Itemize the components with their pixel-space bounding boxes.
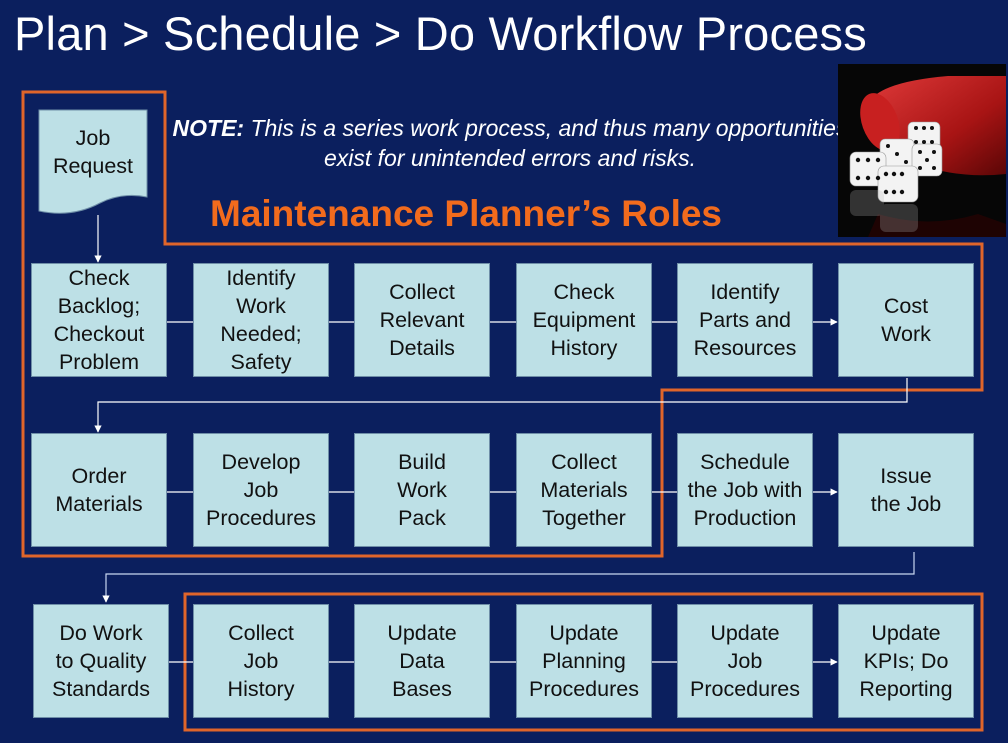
step-order-materials: Order Materials bbox=[31, 433, 167, 547]
step-update-planning: Update Planning Procedures bbox=[516, 604, 652, 718]
step-develop-procedures: Develop Job Procedures bbox=[193, 433, 329, 547]
step-identify-parts: Identify Parts and Resources bbox=[677, 263, 813, 377]
step-check-backlog: Check Backlog; Checkout Problem bbox=[31, 263, 167, 377]
step-collect-details: Collect Relevant Details bbox=[354, 263, 490, 377]
step-check-equipment: Check Equipment History bbox=[516, 263, 652, 377]
step-schedule-job: Schedule the Job with Production bbox=[677, 433, 813, 547]
step-identify-work: Identify Work Needed; Safety bbox=[193, 263, 329, 377]
step-collect-materials: Collect Materials Together bbox=[516, 433, 652, 547]
step-cost-work: Cost Work bbox=[838, 263, 974, 377]
step-collect-history: Collect Job History bbox=[193, 604, 329, 718]
connector-row1-to-row2 bbox=[94, 378, 908, 433]
step-update-job-procedures: Update Job Procedures bbox=[677, 604, 813, 718]
step-build-work-pack: Build Work Pack bbox=[354, 433, 490, 547]
job-request-node: Job Request bbox=[39, 110, 147, 216]
step-update-kpis: Update KPIs; Do Reporting bbox=[838, 604, 974, 718]
job-request-label: Job Request bbox=[52, 126, 134, 178]
step-do-work: Do Work to Quality Standards bbox=[33, 604, 169, 718]
step-update-databases: Update Data Bases bbox=[354, 604, 490, 718]
step-issue-job: Issue the Job bbox=[838, 433, 974, 547]
